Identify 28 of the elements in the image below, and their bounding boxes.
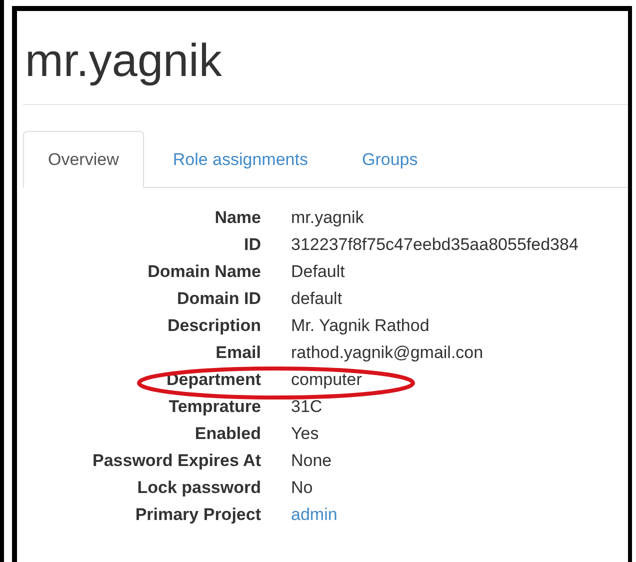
field-label: Primary Project <box>134 504 261 525</box>
tab[interactable]: Overview <box>23 130 144 188</box>
field-value: 312237f8f75c47eebd35aa8055fed384 <box>291 234 578 255</box>
field-label: Lock password <box>136 478 261 498</box>
field-value: computer <box>291 370 362 390</box>
field-value: Mr. Yagnik Rathod <box>291 316 430 336</box>
page-title: mr.yagnik <box>25 35 222 86</box>
field-link[interactable]: admin <box>291 504 338 525</box>
field-label: Temprature <box>168 396 261 417</box>
tab[interactable]: Groups <box>336 130 443 188</box>
field-label: Name <box>214 208 261 228</box>
field-label: Domain Name <box>146 262 261 282</box>
field-label: Department <box>166 370 261 390</box>
field-value: rathod.yagnik@gmail.con <box>291 342 484 363</box>
field-label: ID <box>243 234 261 255</box>
field-label: Password Expires At <box>92 450 261 471</box>
field-label: Enabled <box>194 424 261 444</box>
field-value: Yes <box>291 424 319 444</box>
tab[interactable]: Role assignments <box>148 130 333 188</box>
field-value: mr.yagnik <box>291 208 364 228</box>
field-value: No <box>291 478 313 498</box>
field-label: Description <box>166 316 261 336</box>
field-value: 31C <box>291 396 322 417</box>
field-value: default <box>291 288 342 309</box>
field-value: Default <box>291 262 345 282</box>
field-label: Email <box>214 342 261 363</box>
field-label: Domain ID <box>176 288 261 309</box>
field-value: None <box>291 450 332 471</box>
